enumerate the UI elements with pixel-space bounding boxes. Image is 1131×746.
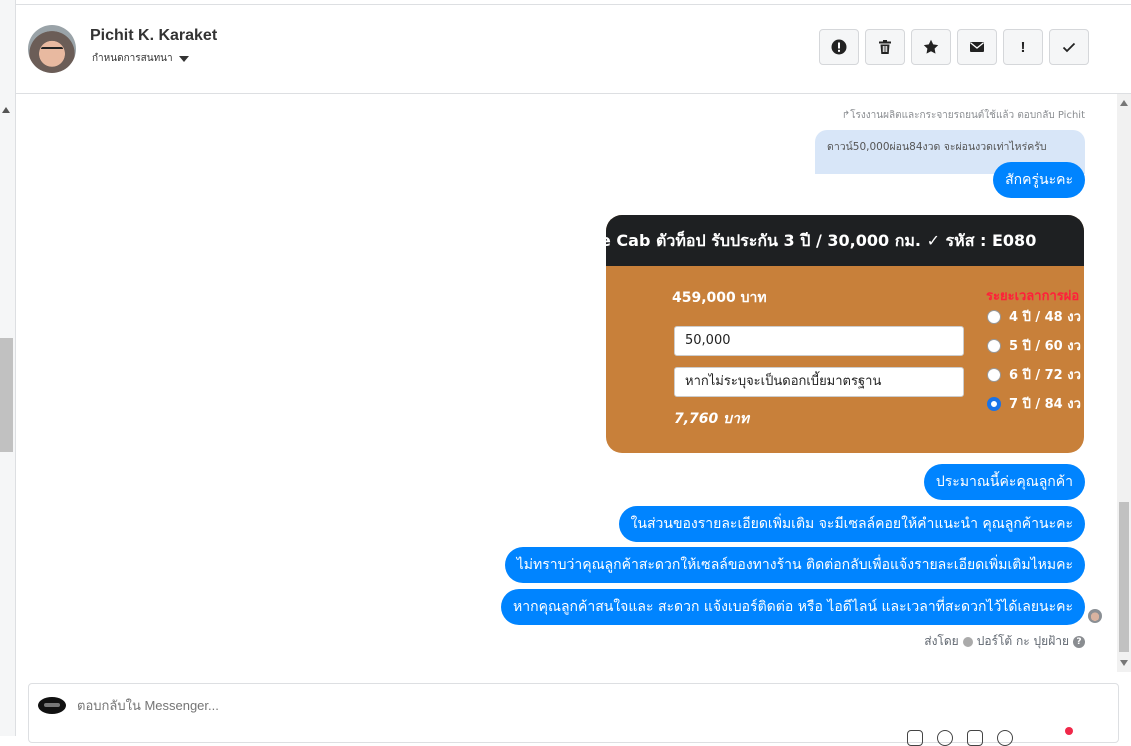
message-bubble[interactable]: หากคุณลูกค้าสนใจและ สะดวก แจ้งเบอร์ติดต่… xyxy=(501,589,1085,625)
message-thread[interactable]: ↱โรงงานผลิตและกระจายรถยนต์ใช้แล้ว ตอบกลั… xyxy=(16,94,1115,672)
mark-unread-button[interactable] xyxy=(957,29,997,65)
period-title: ระยะเวลาการผ่อ xyxy=(986,289,1080,304)
attach-file-icon[interactable] xyxy=(907,730,923,746)
assign-label: กำหนดการสนทนา xyxy=(92,53,173,64)
help-icon[interactable]: ? xyxy=(1073,635,1085,648)
star-button[interactable] xyxy=(911,29,951,65)
sent-by-label: ส่งโดย xyxy=(924,634,959,648)
period-option-label: 7 ปี / 84 งว xyxy=(1009,397,1081,412)
avatar[interactable] xyxy=(28,25,76,73)
check-icon xyxy=(1062,42,1076,53)
saved-reply-icon[interactable] xyxy=(937,730,953,746)
message-bubble[interactable]: ประมาณนี้ค่ะคุณลูกค้า xyxy=(923,464,1085,500)
scroll-down-arrow-icon[interactable] xyxy=(1120,660,1128,666)
radio-icon xyxy=(987,367,1001,382)
star-icon xyxy=(923,39,939,54)
period-option-label: 6 ปี / 72 งว xyxy=(1009,368,1081,383)
message-bubble[interactable]: ไม่ทราบว่าคุณลูกค้าสะดวกให้เซลล์ของทางร้… xyxy=(504,547,1085,583)
radio-icon xyxy=(987,338,1001,353)
seen-avatar xyxy=(1088,609,1102,623)
agent-avatar-icon xyxy=(962,636,973,647)
exclamation-icon: ! xyxy=(1020,38,1026,56)
period-option: 4 ปี / 48 งว xyxy=(987,306,1081,327)
contact-name[interactable]: Pichit K. Karaket xyxy=(90,27,217,45)
scroll-up-arrow-icon[interactable] xyxy=(2,107,10,113)
composer-tools xyxy=(907,730,1013,746)
message-bubble[interactable]: ในส่วนของรายละเอียดเพิ่มเติม จะมีเซลล์คอ… xyxy=(618,506,1085,542)
conversation-header: Pichit K. Karaket กำหนดการสนทนา ! xyxy=(16,5,1131,94)
calculator-image[interactable]: e Cab ตัวท็อป รับประกัน 3 ปี / 30,000 กม… xyxy=(606,215,1084,453)
sent-by-line: ส่งโดย ปอร์โต้ กะ ปุยฝ้าย ? xyxy=(924,632,1085,651)
left-scrollbar-thumb[interactable] xyxy=(0,338,13,452)
notification-dot xyxy=(1065,727,1073,735)
envelope-icon xyxy=(970,42,984,52)
card-title: e Cab ตัวท็อป รับประกัน 3 ปี / 30,000 กม… xyxy=(606,231,1037,250)
assign-conversation-dropdown[interactable]: กำหนดการสนทนา xyxy=(92,51,189,66)
delete-button[interactable] xyxy=(865,29,905,65)
reply-context-note: ↱โรงงานผลิตและกระจายรถยนต์ใช้แล้ว ตอบกลั… xyxy=(841,110,1085,121)
period-option: 7 ปี / 84 งว xyxy=(987,393,1081,414)
period-option-label: 4 ปี / 48 งว xyxy=(1009,310,1081,325)
down-payment-field: 50,000 xyxy=(674,326,964,356)
monthly-payment: 7,760 บาท xyxy=(674,411,750,427)
radio-selected-icon xyxy=(987,396,1001,411)
car-price: 459,000 บาท xyxy=(672,290,767,306)
reply-input[interactable] xyxy=(77,698,777,713)
thread-scrollbar[interactable] xyxy=(1117,94,1131,672)
reply-composer xyxy=(28,683,1119,746)
period-option: 6 ปี / 72 งว xyxy=(987,364,1081,385)
scroll-up-arrow-icon[interactable] xyxy=(1120,100,1128,106)
sent-by-name[interactable]: ปอร์โต้ กะ ปุยฝ้าย xyxy=(977,632,1069,651)
period-option: 5 ปี / 60 งว xyxy=(987,335,1081,356)
mark-done-button[interactable] xyxy=(1049,29,1089,65)
avatar-glasses xyxy=(41,47,63,54)
period-option-label: 5 ปี / 60 งว xyxy=(1009,339,1081,354)
header-actions: ! xyxy=(819,29,1089,65)
thread-scrollbar-thumb[interactable] xyxy=(1119,502,1129,652)
left-scrollbar[interactable] xyxy=(0,0,16,736)
interest-field: หากไม่ระบุจะเป็นดอกเบี้ยมาตรฐาน xyxy=(674,367,964,397)
message-bubble[interactable]: สักครู่นะคะ xyxy=(993,162,1085,198)
alert-circle-icon xyxy=(831,39,847,55)
page-logo-icon xyxy=(38,697,66,714)
caret-down-icon xyxy=(178,55,189,62)
image-icon[interactable] xyxy=(967,730,983,746)
follow-up-button[interactable]: ! xyxy=(1003,29,1043,65)
emoji-icon[interactable] xyxy=(997,730,1013,746)
radio-icon xyxy=(987,309,1001,324)
mark-spam-button[interactable] xyxy=(819,29,859,65)
card-header-bar: e Cab ตัวท็อป รับประกัน 3 ปี / 30,000 กม… xyxy=(606,215,1084,266)
trash-icon xyxy=(879,40,891,54)
